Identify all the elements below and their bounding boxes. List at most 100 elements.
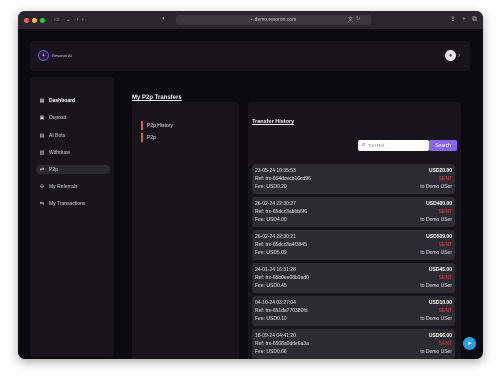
user-menu[interactable]: ● › (445, 50, 460, 61)
sidebar-item-my-referrals[interactable]: ✣ My Referrals (36, 182, 110, 191)
sidebar-item-label: Dashboard (49, 97, 76, 104)
tx-fee: Fee: USD0.45 (255, 283, 287, 289)
tx-fee: Fee: USD0.20 (255, 184, 287, 190)
menu-item-p2p[interactable]: P2p (141, 133, 156, 142)
withdraw-icon: ▥ (39, 149, 45, 156)
tx-ref: Ref: trx-65dcc3abbb6f6 (255, 209, 307, 215)
sidebar-toggle-icon[interactable]: ▭ (54, 17, 60, 23)
search-input[interactable] (368, 143, 421, 148)
transaction-card[interactable]: 18-09-24 04:41:20 USD66.00 Ref: trx-6508… (252, 329, 455, 359)
tx-amount: USD20.00 (428, 168, 452, 174)
sidebar-item-dashboard[interactable]: ▦ Dashboard (36, 96, 110, 105)
tx-recipient: to Demo USer (420, 184, 452, 190)
tx-recipient: to Demo USer (420, 349, 452, 355)
reload-icon[interactable]: ↻ (356, 16, 360, 23)
tx-date: 26-02-24 22:30:21 (255, 234, 296, 240)
sidebar-item-label: AI Bots (49, 132, 66, 139)
brand-logo[interactable]: ✦ Resoron AI (38, 50, 72, 61)
tx-fee: Fee: USD0.66 (255, 349, 287, 355)
tx-status: SENT (438, 341, 452, 347)
bot-icon: ▤ (39, 132, 45, 139)
tx-fee: Fee: USD5.09 (255, 250, 287, 256)
forward-icon[interactable]: › (82, 17, 84, 23)
tx-recipient: to Demo USer (420, 316, 452, 322)
sidebar: ▦ Dashboard ▣ Deposit ▤ AI Bots ▥ Withdr… (30, 77, 114, 357)
close-window-button[interactable] (24, 17, 29, 23)
tx-ref: Ref: trx-651da770380fd (255, 308, 308, 314)
tx-ref: Ref: trx-6508a0dde6a3a (255, 341, 309, 347)
sidebar-item-withdraw[interactable]: ▥ Withdraw (36, 148, 110, 157)
tx-ref: Ref: trx-65b0ee08b9ad0 (255, 275, 309, 281)
tx-status: SENT (438, 308, 452, 314)
tx-ref: Ref: trx-65dcc3a4f3845 (255, 242, 307, 248)
sidebar-item-label: Withdraw (49, 149, 70, 156)
url-text: demo.resoron.com (254, 17, 297, 23)
tab-overview-icon[interactable]: ⧉ (472, 16, 477, 23)
deposit-icon: ▣ (39, 114, 45, 121)
sidebar-item-my-transactions[interactable]: ⇆ My Transactions (36, 199, 110, 208)
grid-icon: ▦ (39, 97, 45, 104)
tx-ref: Ref: trx-664dcecb16cd96 (255, 176, 311, 182)
browser-actions: ⇪ + ⧉ (450, 16, 477, 23)
sidebar-item-label: Deposit (49, 114, 66, 121)
tx-amount: USD400.00 (426, 201, 452, 207)
back-icon[interactable]: ‹ (77, 17, 79, 23)
transactions-icon: ⇆ (39, 200, 45, 207)
transaction-card[interactable]: 04-10-24 03:27:04 USD10.00 Ref: trx-651d… (252, 296, 455, 326)
logo-icon: ✦ (38, 50, 49, 61)
transaction-card[interactable]: 23-05-24 10:35:53 USD20.00 Ref: trx-664d… (252, 164, 455, 194)
transaction-card[interactable]: 26-02-24 22:30:27 USD400.00 Ref: trx-65d… (252, 197, 455, 227)
p2p-menu: P2p History P2p (132, 102, 239, 359)
tx-amount: USD45.00 (428, 267, 452, 273)
address-bar-tools: 文 ↻ (348, 16, 360, 23)
chevron-right-icon[interactable]: › (458, 53, 460, 59)
telegram-chat-button[interactable]: ➤ (463, 337, 476, 350)
tx-status: SENT (438, 275, 452, 281)
new-tab-icon[interactable]: + (462, 16, 466, 23)
app-header: ✦ Resoron AI ● › (30, 41, 470, 71)
page-title: My P2p Transfers (132, 95, 182, 101)
tx-recipient: to Demo USer (420, 217, 452, 223)
tx-fee: Fee: USD0.10 (255, 316, 287, 322)
lock-icon: ▪ (250, 17, 253, 23)
minimize-window-button[interactable] (32, 17, 37, 23)
tx-amount: USD10.00 (428, 300, 452, 306)
sidebar-item-label: My Referrals (49, 183, 78, 190)
share-icon[interactable]: ⇪ (450, 16, 456, 23)
section-title: Transfer History (252, 119, 295, 125)
menu-item-p2p-history[interactable]: P2p History (141, 121, 173, 130)
referrals-icon: ✣ (39, 183, 45, 190)
search-button[interactable]: Search (429, 140, 457, 151)
tx-status: SENT (438, 209, 452, 215)
sidebar-item-ai-bots[interactable]: ▤ AI Bots (36, 131, 110, 140)
transfer-history-panel: Transfer History ⌕ Search 23-05-24 10:35… (248, 102, 461, 359)
tx-status: SENT (438, 176, 452, 182)
search-icon: ⌕ (362, 142, 366, 148)
address-bar[interactable]: ▪ demo.resoron.com (176, 15, 371, 25)
transaction-card[interactable]: 24-01-24 16:31:28 USD45.00 Ref: trx-65b0… (252, 263, 455, 293)
search-field[interactable]: ⌕ (358, 140, 429, 151)
tx-date: 24-01-24 16:31:28 (255, 267, 296, 273)
sidebar-item-deposit[interactable]: ▣ Deposit (36, 113, 110, 122)
logo-text: Resoron AI (52, 53, 72, 58)
tx-date: 18-09-24 04:41:20 (255, 333, 296, 339)
swap-icon: ⇄ (39, 166, 45, 173)
maximize-window-button[interactable] (40, 17, 45, 23)
tx-date: 26-02-24 22:30:27 (255, 201, 296, 207)
tx-recipient: to Demo USer (420, 283, 452, 289)
tx-fee: Fee: USD4.00 (255, 217, 287, 223)
telegram-icon: ➤ (466, 341, 473, 347)
sidebar-item-p2p[interactable]: ⇄ P2p (36, 165, 110, 174)
tx-amount: USD509.00 (426, 234, 452, 240)
transaction-card[interactable]: 26-02-24 22:30:21 USD509.00 Ref: trx-65d… (252, 230, 455, 260)
privacy-shield-icon[interactable]: ◐ (162, 16, 166, 22)
sidebar-item-label: My Transactions (49, 200, 86, 207)
avatar[interactable]: ● (445, 50, 456, 61)
browser-window: ▭ ⌄ ‹ › ◐ ▪ demo.resoron.com 文 ↻ ⇪ + ⧉ ✦… (18, 11, 483, 359)
browser-titlebar: ▭ ⌄ ‹ › ◐ ▪ demo.resoron.com 文 ↻ ⇪ + ⧉ (18, 11, 483, 29)
translate-icon[interactable]: 文 (348, 16, 353, 23)
chevron-down-icon[interactable]: ⌄ (66, 17, 71, 23)
tx-date: 23-05-24 10:35:53 (255, 168, 296, 174)
tx-recipient: to Demo USer (420, 250, 452, 256)
sidebar-item-label: P2p (49, 166, 58, 173)
